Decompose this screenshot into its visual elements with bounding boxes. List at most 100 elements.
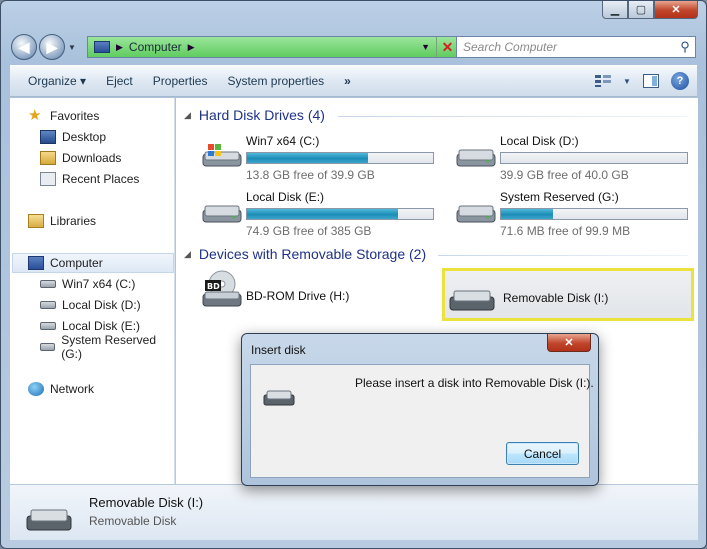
help-icon[interactable]: ? [671, 72, 689, 90]
section-divider [438, 255, 688, 256]
dialog-close-button[interactable]: ✕ [547, 334, 591, 352]
nav-favorites[interactable]: ★ Favorites [28, 106, 99, 126]
drive-name: Win7 x64 (C:) [246, 134, 320, 148]
breadcrumb-computer[interactable]: Computer [129, 40, 182, 54]
drive-d[interactable]: Local Disk (D:) 39.9 GB free of 40.0 GB [448, 134, 690, 184]
removable-group-header[interactable]: ◢ Devices with Removable Storage (2) [184, 246, 426, 262]
collapse-icon[interactable]: ◢ [184, 110, 191, 121]
drive-free-space: 74.9 GB free of 385 GB [246, 224, 372, 238]
details-item-type: Removable Disk [89, 514, 177, 528]
properties-button[interactable]: Properties [143, 74, 218, 88]
drive-name: Removable Disk (I:) [503, 291, 609, 305]
forward-button[interactable]: ▶ [39, 34, 65, 60]
details-pane: Removable Disk (I:) Removable Disk [10, 484, 698, 540]
more-commands-button[interactable]: » [334, 74, 361, 88]
organize-label: Organize [28, 74, 77, 88]
removable-disk-icon [449, 290, 495, 311]
stop-icon[interactable]: ✕ [436, 37, 458, 57]
hard-disk-group-header[interactable]: ◢ Hard Disk Drives (4) [184, 107, 325, 123]
nav-recent-places[interactable]: Recent Places [40, 169, 139, 189]
capacity-bar [246, 152, 434, 164]
drive-free-space: 13.8 GB free of 39.9 GB [246, 168, 375, 182]
capacity-bar [500, 152, 688, 164]
minimize-button[interactable]: ▁ [602, 1, 628, 19]
nav-downloads-label: Downloads [62, 151, 122, 165]
drive-free-space: 71.6 MB free of 99.9 MB [500, 224, 631, 238]
close-button[interactable]: ✕ [654, 1, 698, 19]
drive-c[interactable]: Win7 x64 (C:) 13.8 GB free of 39.9 GB [194, 134, 434, 184]
search-input[interactable]: Search Computer [457, 40, 675, 54]
capacity-fill [247, 153, 368, 163]
search-icon[interactable]: ⚲ [675, 39, 695, 55]
collapse-icon[interactable]: ◢ [184, 249, 191, 260]
nav-drive-c[interactable]: Win7 x64 (C:) [40, 274, 135, 294]
chevron-down-icon: ▾ [80, 74, 87, 88]
hard-disk-icon [202, 205, 242, 223]
nav-drive-d-label: Local Disk (D:) [62, 298, 141, 312]
address-bar[interactable]: ▶ Computer ▶ ▼ ✕ [87, 36, 459, 58]
bd-badge: BD [207, 282, 220, 291]
breadcrumb-arrow-icon[interactable]: ▶ [188, 42, 195, 53]
dialog-body: Please insert a disk into Removable Disk… [250, 364, 594, 478]
nav-network[interactable]: Network [28, 379, 94, 399]
explorer-window: ▁ ▢ ✕ ◀ ▶ ▼ ▶ Computer ▶ ▼ ✕ Search Comp… [0, 0, 707, 549]
nav-drive-g[interactable]: System Reserved (G:) [40, 333, 174, 361]
nav-downloads[interactable]: Downloads [40, 148, 121, 168]
computer-icon [28, 256, 44, 270]
drive-e[interactable]: Local Disk (E:) 74.9 GB free of 385 GB [194, 190, 434, 240]
nav-drive-c-label: Win7 x64 (C:) [62, 277, 136, 291]
view-options-dropdown-icon[interactable]: ▼ [623, 72, 631, 90]
nav-computer[interactable]: Computer [12, 253, 174, 273]
toolbar-right: ▼ ? [593, 72, 689, 90]
nav-computer-label: Computer [50, 256, 103, 270]
removable-group-title: Devices with Removable Storage (2) [198, 246, 427, 262]
capacity-fill [501, 209, 554, 219]
capacity-fill [247, 209, 398, 219]
search-box[interactable]: Search Computer ⚲ [456, 36, 696, 58]
nav-libraries[interactable]: Libraries [28, 211, 96, 231]
downloads-folder-icon [40, 151, 56, 165]
nav-libraries-label: Libraries [50, 214, 97, 228]
organize-button[interactable]: Organize ▾ [18, 74, 96, 88]
recent-places-icon [40, 172, 56, 186]
navigation-row: ◀ ▶ ▼ ▶ Computer ▶ ▼ ✕ Search Computer ⚲ [11, 33, 696, 61]
drive-h-bdrom[interactable]: BD BD-ROM Drive (H:) [194, 270, 434, 320]
drive-name: Local Disk (E:) [246, 190, 325, 204]
nav-desktop[interactable]: Desktop [40, 127, 106, 147]
capacity-bar [246, 208, 434, 220]
nav-desktop-label: Desktop [62, 130, 107, 144]
dialog-message: Please insert a disk into Removable Disk… [355, 376, 594, 390]
drive-g[interactable]: System Reserved (G:) 71.6 MB free of 99.… [448, 190, 690, 240]
recent-pages-dropdown[interactable]: ▼ [67, 43, 77, 52]
capacity-bar [500, 208, 688, 220]
network-icon [28, 382, 44, 396]
preview-pane-icon[interactable] [641, 72, 661, 90]
drive-name: Local Disk (D:) [500, 134, 579, 148]
hard-disk-icon [40, 343, 56, 351]
system-properties-button[interactable]: System properties [217, 74, 334, 88]
breadcrumb-arrow-icon[interactable]: ▶ [116, 42, 123, 53]
navigation-pane: ★ Favorites Desktop Downloads Recent Pla… [10, 98, 175, 484]
cancel-button[interactable]: Cancel [506, 442, 579, 465]
section-divider [338, 116, 688, 117]
desktop-icon [40, 130, 56, 144]
star-icon: ★ [28, 107, 42, 124]
hard-disk-icon [40, 301, 56, 309]
back-button[interactable]: ◀ [11, 34, 37, 60]
bd-rom-drive-icon: BD [202, 270, 242, 307]
eject-button[interactable]: Eject [96, 74, 143, 88]
nav-favorites-label: Favorites [50, 109, 100, 123]
nav-drive-g-label: System Reserved (G:) [61, 333, 156, 361]
drive-name: System Reserved (G:) [500, 190, 619, 204]
windows-drive-icon [202, 144, 242, 167]
computer-icon [94, 41, 110, 53]
nav-drive-d[interactable]: Local Disk (D:) [40, 295, 141, 315]
nav-network-label: Network [50, 382, 95, 396]
address-dropdown-icon[interactable]: ▼ [421, 42, 430, 52]
change-view-icon[interactable] [593, 72, 613, 90]
drive-i-removable[interactable]: Removable Disk (I:) [442, 268, 694, 321]
hard-disk-icon [456, 205, 496, 223]
drive-free-space: 39.9 GB free of 40.0 GB [500, 168, 629, 182]
maximize-button[interactable]: ▢ [628, 1, 654, 19]
windows-drive-icon [40, 280, 56, 288]
